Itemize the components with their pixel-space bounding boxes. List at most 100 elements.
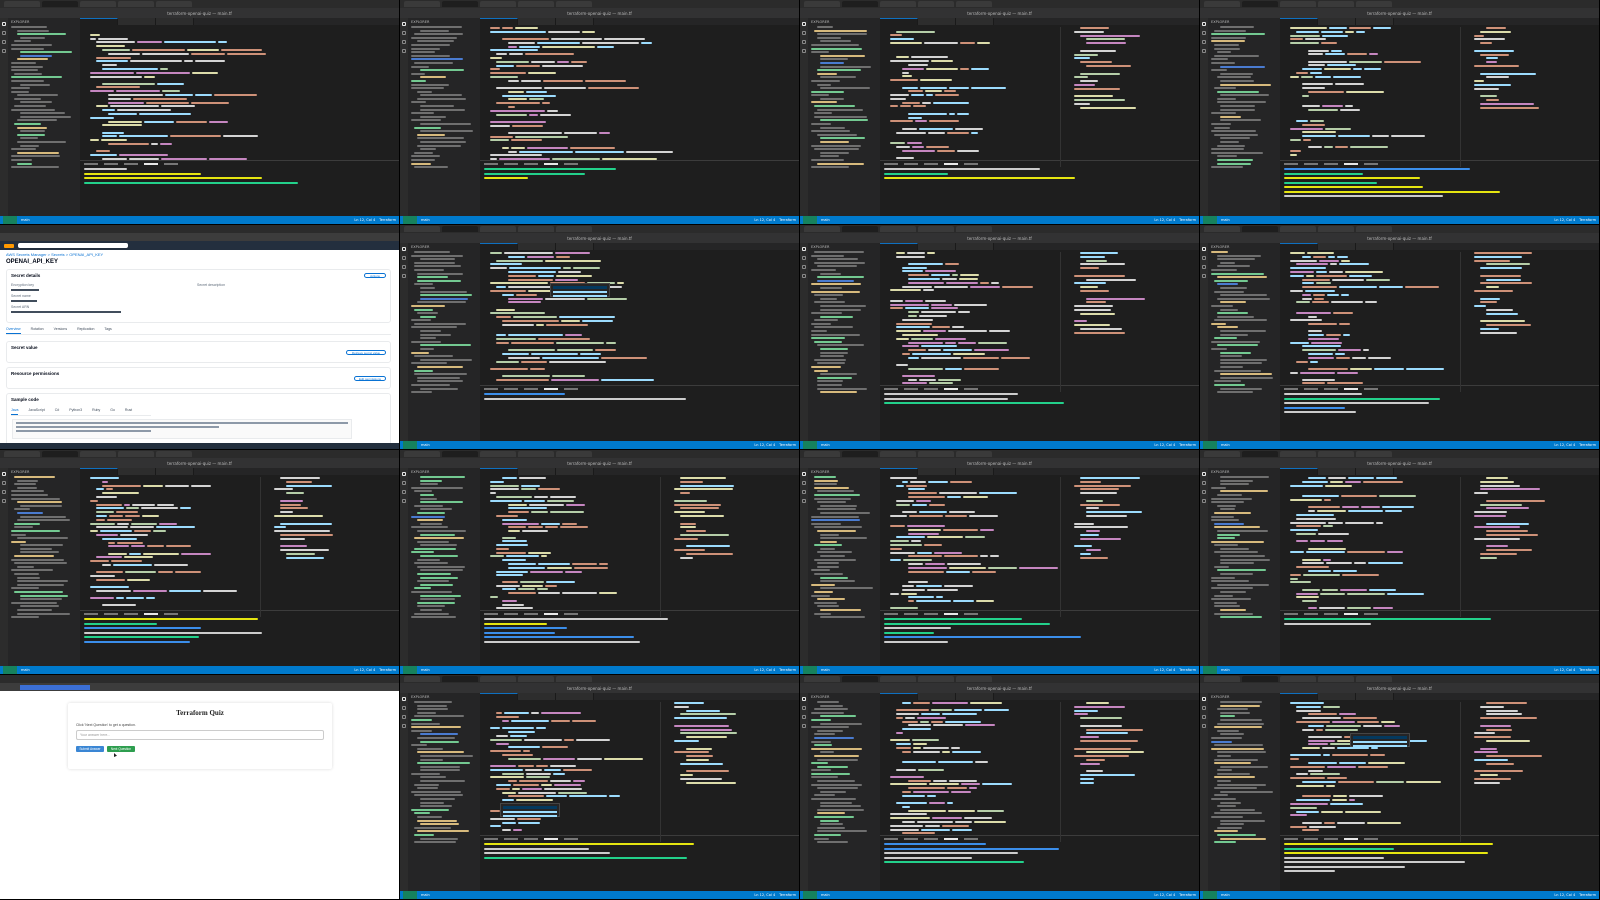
explorer-sidebar[interactable]: EXPLORER — [1208, 243, 1280, 441]
sample-code-tab[interactable]: Python3 — [69, 408, 82, 415]
editor-split-divider[interactable] — [1460, 27, 1461, 167]
status-language[interactable]: Terraform — [779, 443, 796, 447]
editor-tab[interactable] — [1356, 18, 1394, 25]
terminal-panel[interactable] — [80, 610, 399, 666]
file-tree[interactable] — [411, 701, 477, 844]
extensions-icon[interactable] — [802, 274, 806, 278]
code-pane[interactable] — [880, 477, 1058, 617]
editor-tabs[interactable] — [1280, 243, 1599, 250]
editor-tab[interactable] — [918, 243, 956, 250]
remote-indicator[interactable] — [803, 216, 817, 224]
activity-bar[interactable] — [400, 18, 408, 216]
files-icon[interactable] — [1202, 697, 1206, 701]
editor-tab[interactable] — [556, 18, 594, 25]
editor-tabs[interactable] — [880, 18, 1199, 25]
source-control-icon[interactable] — [402, 40, 406, 44]
file-tree[interactable] — [811, 251, 877, 394]
code-pane[interactable] — [1280, 27, 1426, 167]
editor-tab[interactable] — [118, 18, 156, 25]
status-language[interactable]: Terraform — [779, 668, 796, 672]
submit-answer-button[interactable]: Submit Answer — [76, 746, 104, 752]
status-branch[interactable]: main — [821, 443, 830, 447]
explorer-sidebar[interactable]: EXPLORER — [408, 468, 480, 666]
autocomplete-popup[interactable] — [550, 283, 610, 297]
terminal-panel[interactable] — [480, 385, 799, 441]
editor-tab[interactable] — [956, 693, 994, 700]
editor-area[interactable] — [480, 468, 799, 666]
editor-tabs[interactable] — [880, 468, 1199, 475]
terminal-panel[interactable] — [880, 610, 1199, 666]
activity-bar[interactable] — [400, 693, 408, 891]
status-position[interactable]: Ln 12, Col 4 — [1154, 443, 1175, 447]
file-tree[interactable] — [811, 26, 877, 169]
editor-tab[interactable] — [1356, 243, 1394, 250]
file-tree[interactable] — [11, 26, 77, 169]
next-question-button[interactable]: Next Question — [107, 746, 135, 752]
sample-code-tab[interactable]: Go — [110, 408, 115, 415]
editor-tabs[interactable] — [1280, 18, 1599, 25]
status-branch[interactable]: main — [1221, 668, 1230, 672]
source-control-icon[interactable] — [2, 490, 6, 494]
editor-tabs[interactable] — [1280, 693, 1599, 700]
search-icon[interactable] — [1202, 256, 1206, 260]
browser-tab-strip[interactable] — [800, 675, 1199, 683]
terminal-panel[interactable] — [880, 160, 1199, 216]
editor-area[interactable] — [480, 243, 799, 441]
status-branch[interactable]: main — [821, 893, 830, 897]
browser-address-bar[interactable] — [0, 233, 399, 241]
search-icon[interactable] — [1202, 31, 1206, 35]
editor-tabs[interactable] — [480, 18, 799, 25]
status-language[interactable]: Terraform — [779, 893, 796, 897]
status-language[interactable]: Terraform — [1579, 668, 1596, 672]
extensions-icon[interactable] — [1202, 49, 1206, 53]
terminal-panel[interactable] — [1280, 160, 1599, 216]
panel-tabs[interactable] — [84, 163, 395, 165]
search-icon[interactable] — [802, 706, 806, 710]
explorer-sidebar[interactable]: EXPLORER — [808, 468, 880, 666]
editor-area[interactable] — [1280, 468, 1599, 666]
files-icon[interactable] — [1202, 22, 1206, 26]
files-icon[interactable] — [2, 22, 6, 26]
remote-indicator[interactable] — [3, 216, 17, 224]
extensions-icon[interactable] — [802, 499, 806, 503]
editor-tab[interactable] — [80, 468, 118, 475]
sample-code-tab[interactable]: Rust — [125, 408, 132, 415]
secret-tab[interactable]: Overview — [6, 327, 21, 334]
editor-split-divider[interactable] — [260, 477, 261, 617]
search-icon[interactable] — [802, 256, 806, 260]
editor-tab[interactable] — [118, 468, 156, 475]
explorer-sidebar[interactable]: EXPLORER — [808, 18, 880, 216]
remote-indicator[interactable] — [3, 666, 17, 674]
editor-area[interactable] — [880, 243, 1199, 441]
breadcrumb[interactable]: AWS Secrets Manager > Secrets > OPENAI_A… — [6, 252, 103, 257]
code-pane[interactable] — [480, 477, 617, 617]
browser-address-bar[interactable] — [0, 683, 399, 691]
remote-indicator[interactable] — [403, 891, 417, 899]
status-position[interactable]: Ln 12, Col 4 — [754, 218, 775, 222]
code-pane[interactable] — [480, 252, 654, 392]
source-control-icon[interactable] — [402, 715, 406, 719]
terminal-panel[interactable] — [80, 160, 399, 216]
browser-tab-strip[interactable] — [400, 450, 799, 458]
editor-tab[interactable] — [480, 18, 518, 25]
status-position[interactable]: Ln 12, Col 4 — [1554, 668, 1575, 672]
activity-bar[interactable] — [800, 468, 808, 666]
editor-tabs[interactable] — [80, 18, 399, 25]
editor-tab[interactable] — [156, 468, 194, 475]
activity-bar[interactable] — [400, 243, 408, 441]
editor-tab[interactable] — [80, 18, 118, 25]
code-pane[interactable] — [480, 27, 674, 167]
status-branch[interactable]: main — [1221, 893, 1230, 897]
status-language[interactable]: Terraform — [1579, 443, 1596, 447]
activity-bar[interactable] — [800, 693, 808, 891]
status-position[interactable]: Ln 12, Col 4 — [1554, 218, 1575, 222]
extensions-icon[interactable] — [802, 724, 806, 728]
remote-indicator[interactable] — [1203, 891, 1217, 899]
code-pane-right[interactable] — [1464, 477, 1546, 617]
status-branch[interactable]: main — [421, 668, 430, 672]
source-control-icon[interactable] — [402, 490, 406, 494]
search-icon[interactable] — [402, 256, 406, 260]
extensions-icon[interactable] — [402, 724, 406, 728]
code-pane[interactable] — [80, 27, 267, 167]
remote-indicator[interactable] — [1203, 216, 1217, 224]
